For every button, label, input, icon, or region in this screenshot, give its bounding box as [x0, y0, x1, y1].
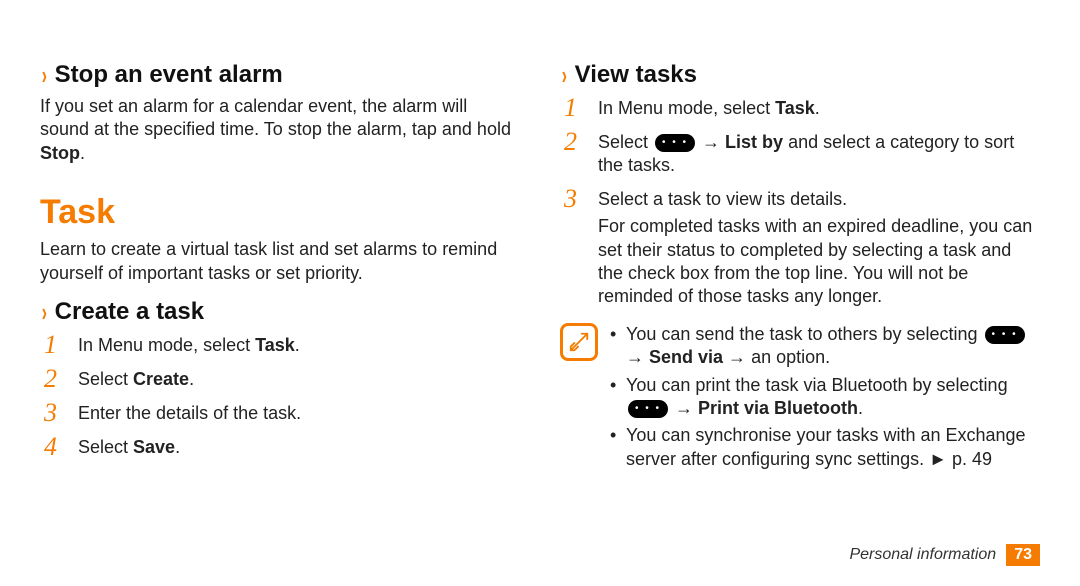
step-item: 1 In Menu mode, select Task. [564, 95, 1040, 121]
view-tasks-steps: 1 In Menu mode, select Task. 2 Select → … [560, 95, 1040, 313]
step-item: 2 Select Create. [44, 366, 520, 392]
task-intro: Learn to create a virtual task list and … [40, 238, 520, 285]
step-body: Select a task to view its details. For c… [598, 186, 1040, 313]
note-bullet: You can synchronise your tasks with an E… [610, 424, 1040, 471]
page-footer: Personal information 73 [849, 544, 1040, 566]
stop-alarm-bold: Stop [40, 143, 80, 163]
more-options-icon [628, 400, 668, 418]
step-item: 3 Enter the details of the task. [44, 400, 520, 426]
heading-view-tasks: › View tasks [560, 58, 1040, 89]
step-body: In Menu mode, select Task. [78, 332, 520, 357]
more-options-icon [655, 134, 695, 152]
left-column: › Stop an event alarm If you set an alarm… [40, 50, 520, 475]
stop-alarm-body: If you set an alarm for a calendar event… [40, 95, 520, 165]
step-number: 1 [564, 95, 586, 121]
step-item: 1 In Menu mode, select Task. [44, 332, 520, 358]
heading-task: Task [40, 193, 520, 232]
note-bullet: You can send the task to others by selec… [610, 323, 1040, 370]
step-number: 2 [44, 366, 66, 392]
step-body: Select Save. [78, 434, 520, 459]
heading-stop-alarm: › Stop an event alarm [40, 58, 520, 89]
step-item: 2 Select → List by and select a category… [564, 129, 1040, 178]
step-body: Select → List by and select a category t… [598, 129, 1040, 178]
create-task-steps: 1 In Menu mode, select Task. 2 Select Cr… [40, 332, 520, 460]
page-reference: ► p. 49 [929, 449, 992, 469]
heading-create-task: › Create a task [40, 295, 520, 326]
step-number: 1 [44, 332, 66, 358]
step3-line1: Select a task to view its details. [598, 188, 1040, 211]
step3-line2: For completed tasks with an expired dead… [598, 215, 1040, 309]
note-icon [560, 323, 598, 361]
heading-create-task-text: Create a task [55, 298, 204, 325]
right-column: › View tasks 1 In Menu mode, select Task.… [560, 50, 1040, 475]
heading-view-tasks-text: View tasks [575, 61, 697, 88]
more-options-icon [985, 326, 1025, 344]
step-body: Select Create. [78, 366, 520, 391]
page-content: › Stop an event alarm If you set an alarm… [0, 0, 1080, 475]
note-bullet: You can print the task via Bluetooth by … [610, 374, 1040, 421]
step-item: 4 Select Save. [44, 434, 520, 460]
note-block: You can send the task to others by selec… [560, 323, 1040, 475]
step-number: 4 [44, 434, 66, 460]
chevron-icon: › [42, 60, 47, 91]
footer-page-number: 73 [1006, 544, 1040, 566]
step-number: 2 [564, 129, 586, 155]
step-number: 3 [44, 400, 66, 426]
chevron-icon: › [42, 297, 47, 328]
step-body: Enter the details of the task. [78, 400, 520, 425]
chevron-icon: › [562, 60, 567, 91]
note-bullets: You can send the task to others by selec… [610, 323, 1040, 475]
step-number: 3 [564, 186, 586, 212]
heading-stop-alarm-text: Stop an event alarm [55, 61, 283, 88]
footer-section-label: Personal information [849, 546, 996, 564]
stop-alarm-pre: If you set an alarm for a calendar event… [40, 96, 511, 139]
step-item: 3 Select a task to view its details. For… [564, 186, 1040, 313]
stop-alarm-post: . [80, 143, 85, 163]
step-body: In Menu mode, select Task. [598, 95, 1040, 120]
